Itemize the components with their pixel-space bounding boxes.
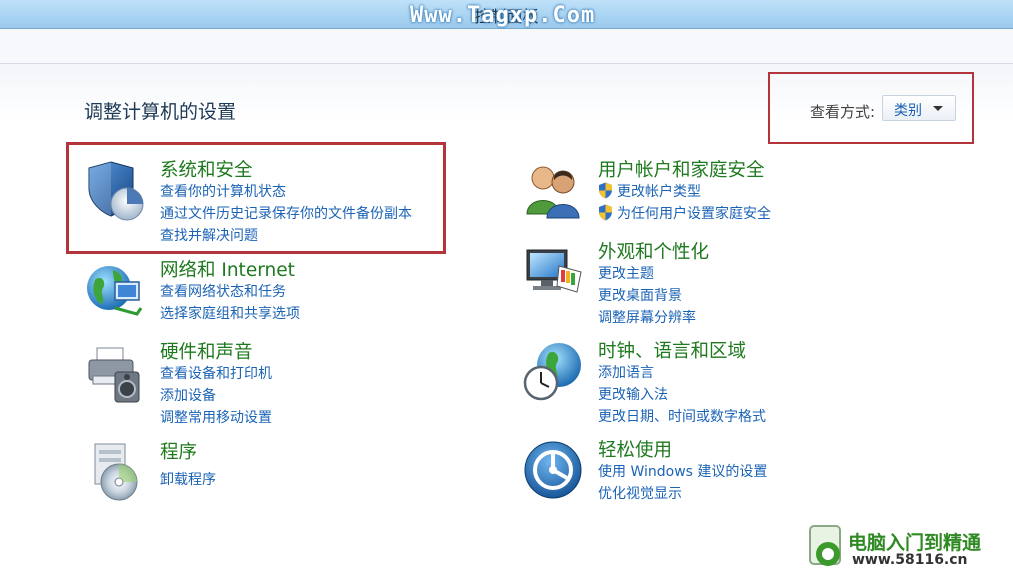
brand-url: www.58116.cn <box>852 552 968 568</box>
category-link[interactable]: 查看设备和打印机 <box>160 363 272 383</box>
printer-speaker-icon[interactable] <box>85 342 147 404</box>
category-link[interactable]: 选择家庭组和共享选项 <box>160 303 300 323</box>
brand-name: 电脑入门到精通 <box>848 532 982 554</box>
site-watermark: Www.Tagxp.Com <box>410 3 596 28</box>
category-title[interactable]: 程序 <box>160 438 197 464</box>
programs-disc-icon[interactable] <box>85 442 147 504</box>
category-link[interactable]: 为任何用户设置家庭安全 <box>598 203 771 223</box>
clock-globe-icon[interactable] <box>523 341 585 403</box>
category-title[interactable]: 系统和安全 <box>160 156 253 182</box>
category-title[interactable]: 用户帐户和家庭安全 <box>598 156 765 182</box>
ease-of-access-icon[interactable] <box>523 440 585 502</box>
site-brand-watermark: 电脑入门到精通 www.58116.cn <box>808 520 1008 576</box>
category-link[interactable]: 优化视觉显示 <box>598 483 682 503</box>
uac-shield-icon <box>599 182 612 199</box>
control-panel-content: 调整计算机的设置 查看方式: 类别 系统和安全 查看你的计算机状态 通过文件历史… <box>0 64 1013 581</box>
category-link[interactable]: 调整常用移动设置 <box>160 407 272 427</box>
title-bar: 控制面板 Www.Tagxp.Com <box>0 0 1013 29</box>
category-title[interactable]: 网络和 Internet <box>160 256 295 282</box>
network-globe-icon[interactable] <box>85 260 147 322</box>
category-link[interactable]: 添加设备 <box>160 385 216 405</box>
category-link[interactable]: 查看你的计算机状态 <box>160 181 286 201</box>
page-title: 调整计算机的设置 <box>84 101 237 123</box>
category-link[interactable]: 通过文件历史记录保存你的文件备份副本 <box>160 203 412 223</box>
view-by-selected: 类别 <box>894 103 922 119</box>
view-by-label: 查看方式: <box>810 103 876 121</box>
category-link[interactable]: 卸载程序 <box>160 469 216 489</box>
category-link[interactable]: 更改日期、时间或数字格式 <box>598 406 766 426</box>
category-title[interactable]: 轻松使用 <box>598 436 672 462</box>
address-bar[interactable] <box>0 29 1013 64</box>
category-link[interactable]: 查看网络状态和任务 <box>160 281 286 301</box>
category-title[interactable]: 外观和个性化 <box>598 238 709 264</box>
category-link[interactable]: 查找并解决问题 <box>160 225 258 245</box>
category-link[interactable]: 更改桌面背景 <box>598 285 682 305</box>
brand-logo-icon <box>809 525 841 566</box>
chevron-down-icon <box>933 106 943 111</box>
category-link[interactable]: 添加语言 <box>598 362 654 382</box>
view-by-dropdown[interactable]: 类别 <box>882 95 956 121</box>
category-link[interactable]: 更改主题 <box>598 263 654 283</box>
category-title[interactable]: 时钟、语言和区域 <box>598 337 746 363</box>
category-link-label: 更改帐户类型 <box>617 184 701 200</box>
uac-shield-icon <box>599 204 612 221</box>
category-link[interactable]: 使用 Windows 建议的设置 <box>598 461 767 481</box>
category-link[interactable]: 更改帐户类型 <box>598 181 701 201</box>
category-link[interactable]: 调整屏幕分辨率 <box>598 307 696 327</box>
system-security-shield-icon[interactable] <box>85 160 147 222</box>
users-icon[interactable] <box>523 160 585 222</box>
monitor-palette-icon[interactable] <box>523 242 585 304</box>
category-link-label: 为任何用户设置家庭安全 <box>617 206 771 222</box>
category-link[interactable]: 更改输入法 <box>598 384 668 404</box>
category-title[interactable]: 硬件和声音 <box>160 338 253 364</box>
